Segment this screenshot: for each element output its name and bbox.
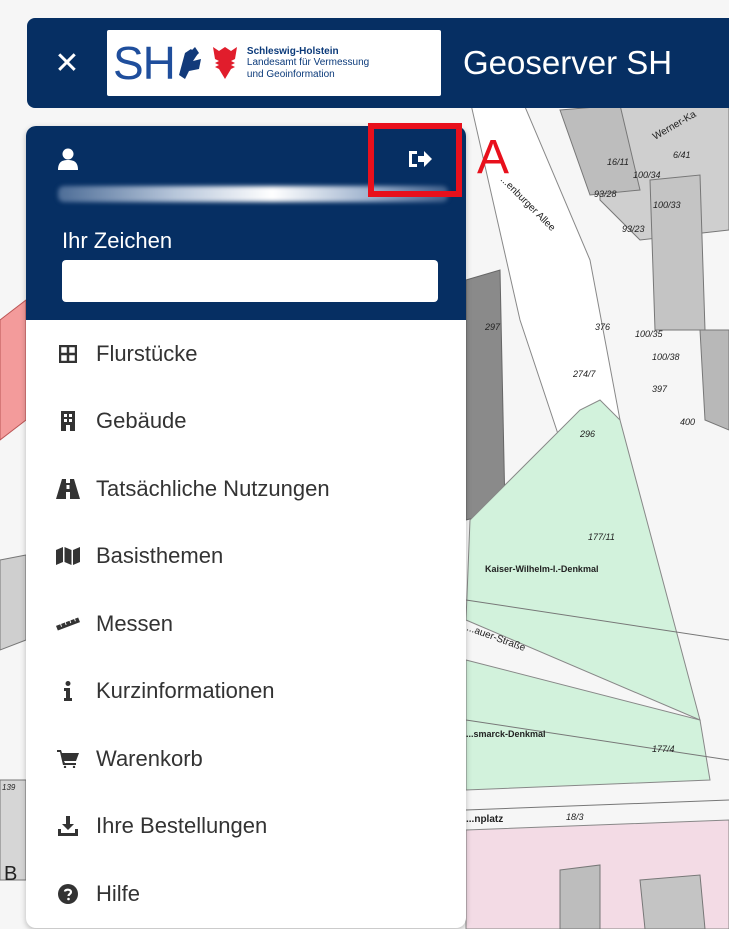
parcel-number: 297 — [484, 322, 501, 332]
menu-item-label: Ihre Bestellungen — [96, 813, 268, 839]
map-place-label: ...nplatz — [466, 814, 503, 825]
menu-item-warenkorb[interactable]: Warenkorb — [26, 725, 466, 793]
menu-item-tatsaechliche-nutzungen[interactable]: Tatsächliche Nutzungen — [26, 455, 466, 523]
parcel-number: 400 — [680, 417, 695, 427]
coat-of-arms-icon — [178, 47, 237, 79]
menu-item-label: Messen — [96, 610, 174, 636]
parcel-number: 100/34 — [633, 170, 661, 180]
parcel-number: 177/4 — [652, 744, 675, 754]
annotation-label: A — [477, 131, 510, 184]
menu-item-label: Kurzinformationen — [96, 678, 275, 704]
menu-item-flurstuecke[interactable]: Flurstücke — [26, 320, 466, 388]
ruler-icon — [56, 612, 80, 636]
parcel-number: 100/33 — [653, 200, 681, 210]
cart-icon — [56, 747, 80, 771]
menu-item-messen[interactable]: Messen — [26, 590, 466, 658]
menu-item-kurzinformationen[interactable]: Kurzinformationen — [26, 658, 466, 726]
logo-line-3: und Geoinformation — [246, 68, 335, 80]
menu-item-label: Gebäude — [96, 408, 187, 434]
menu-item-hilfe[interactable]: Hilfe — [26, 860, 466, 928]
close-icon: ✕ — [54, 46, 80, 80]
menu-item-ihre-bestellungen[interactable]: Ihre Bestellungen — [26, 793, 466, 861]
download-icon — [56, 814, 80, 838]
menu-item-label: Tatsächliche Nutzungen — [96, 475, 330, 501]
close-menu-button[interactable]: ✕ — [27, 18, 107, 108]
agency-logo: SH Schleswig-Holstein Landesamt für Verm… — [107, 30, 441, 96]
app-title: Geoserver SH — [463, 44, 673, 81]
app-header: ✕ SH Schleswig-Holstein Landesamt für Ve… — [27, 18, 729, 108]
parcel-number: 177/11 — [588, 532, 615, 542]
user-icon — [58, 148, 78, 170]
parcel-number: 93/23 — [622, 224, 645, 234]
parcel-number: 274/7 — [572, 369, 597, 379]
grid-icon — [56, 342, 80, 366]
map-denkmal-label: Kaiser-Wilhelm-I.-Denkmal — [485, 564, 598, 574]
logo-line-1: Schleswig-Holstein — [246, 45, 339, 57]
map-icon — [56, 544, 80, 568]
parcel-number: 93/28 — [594, 189, 617, 199]
logo-text: Schleswig-Holstein Landesamt für Vermess… — [247, 46, 369, 81]
map-letter-label: B — [4, 863, 17, 885]
main-menu: Flurstücke Gebäude Tatsächliche Nutzunge… — [26, 320, 466, 928]
menu-item-label: Hilfe — [96, 880, 141, 906]
parcel-number: 296 — [579, 429, 595, 439]
road-icon — [56, 477, 80, 501]
map-denkmal-label: ...smarck-Denkmal — [466, 729, 546, 739]
question-icon — [56, 882, 80, 906]
info-icon — [56, 679, 80, 703]
annotation-highlight-box — [368, 123, 462, 197]
parcel-number: 100/38 — [652, 352, 680, 362]
parcel-number: 397 — [652, 384, 668, 394]
logo-letters: SH — [113, 37, 176, 89]
menu-item-basisthemen[interactable]: Basisthemen — [26, 523, 466, 591]
logo-line-2: Landesamt für Vermessung — [246, 57, 370, 69]
parcel-number: 6/41 — [673, 150, 691, 160]
zeichen-label: Ihr Zeichen — [62, 228, 173, 253]
parcel-number: 376 — [595, 322, 610, 332]
side-menu-panel: Ihr Zeichen Flurstücke Gebäude Tatsächli… — [26, 126, 466, 928]
zeichen-input[interactable] — [62, 260, 438, 302]
parcel-number: 139 — [2, 783, 16, 792]
menu-item-label: Flurstücke — [96, 340, 198, 366]
parcel-number: 16/11 — [607, 157, 629, 167]
parcel-number: 100/35 — [635, 329, 664, 339]
menu-item-gebaeude[interactable]: Gebäude — [26, 388, 466, 456]
menu-item-label: Basisthemen — [96, 543, 224, 569]
parcel-number: 18/3 — [566, 812, 584, 822]
menu-item-label: Warenkorb — [96, 745, 203, 771]
building-icon — [56, 409, 80, 433]
